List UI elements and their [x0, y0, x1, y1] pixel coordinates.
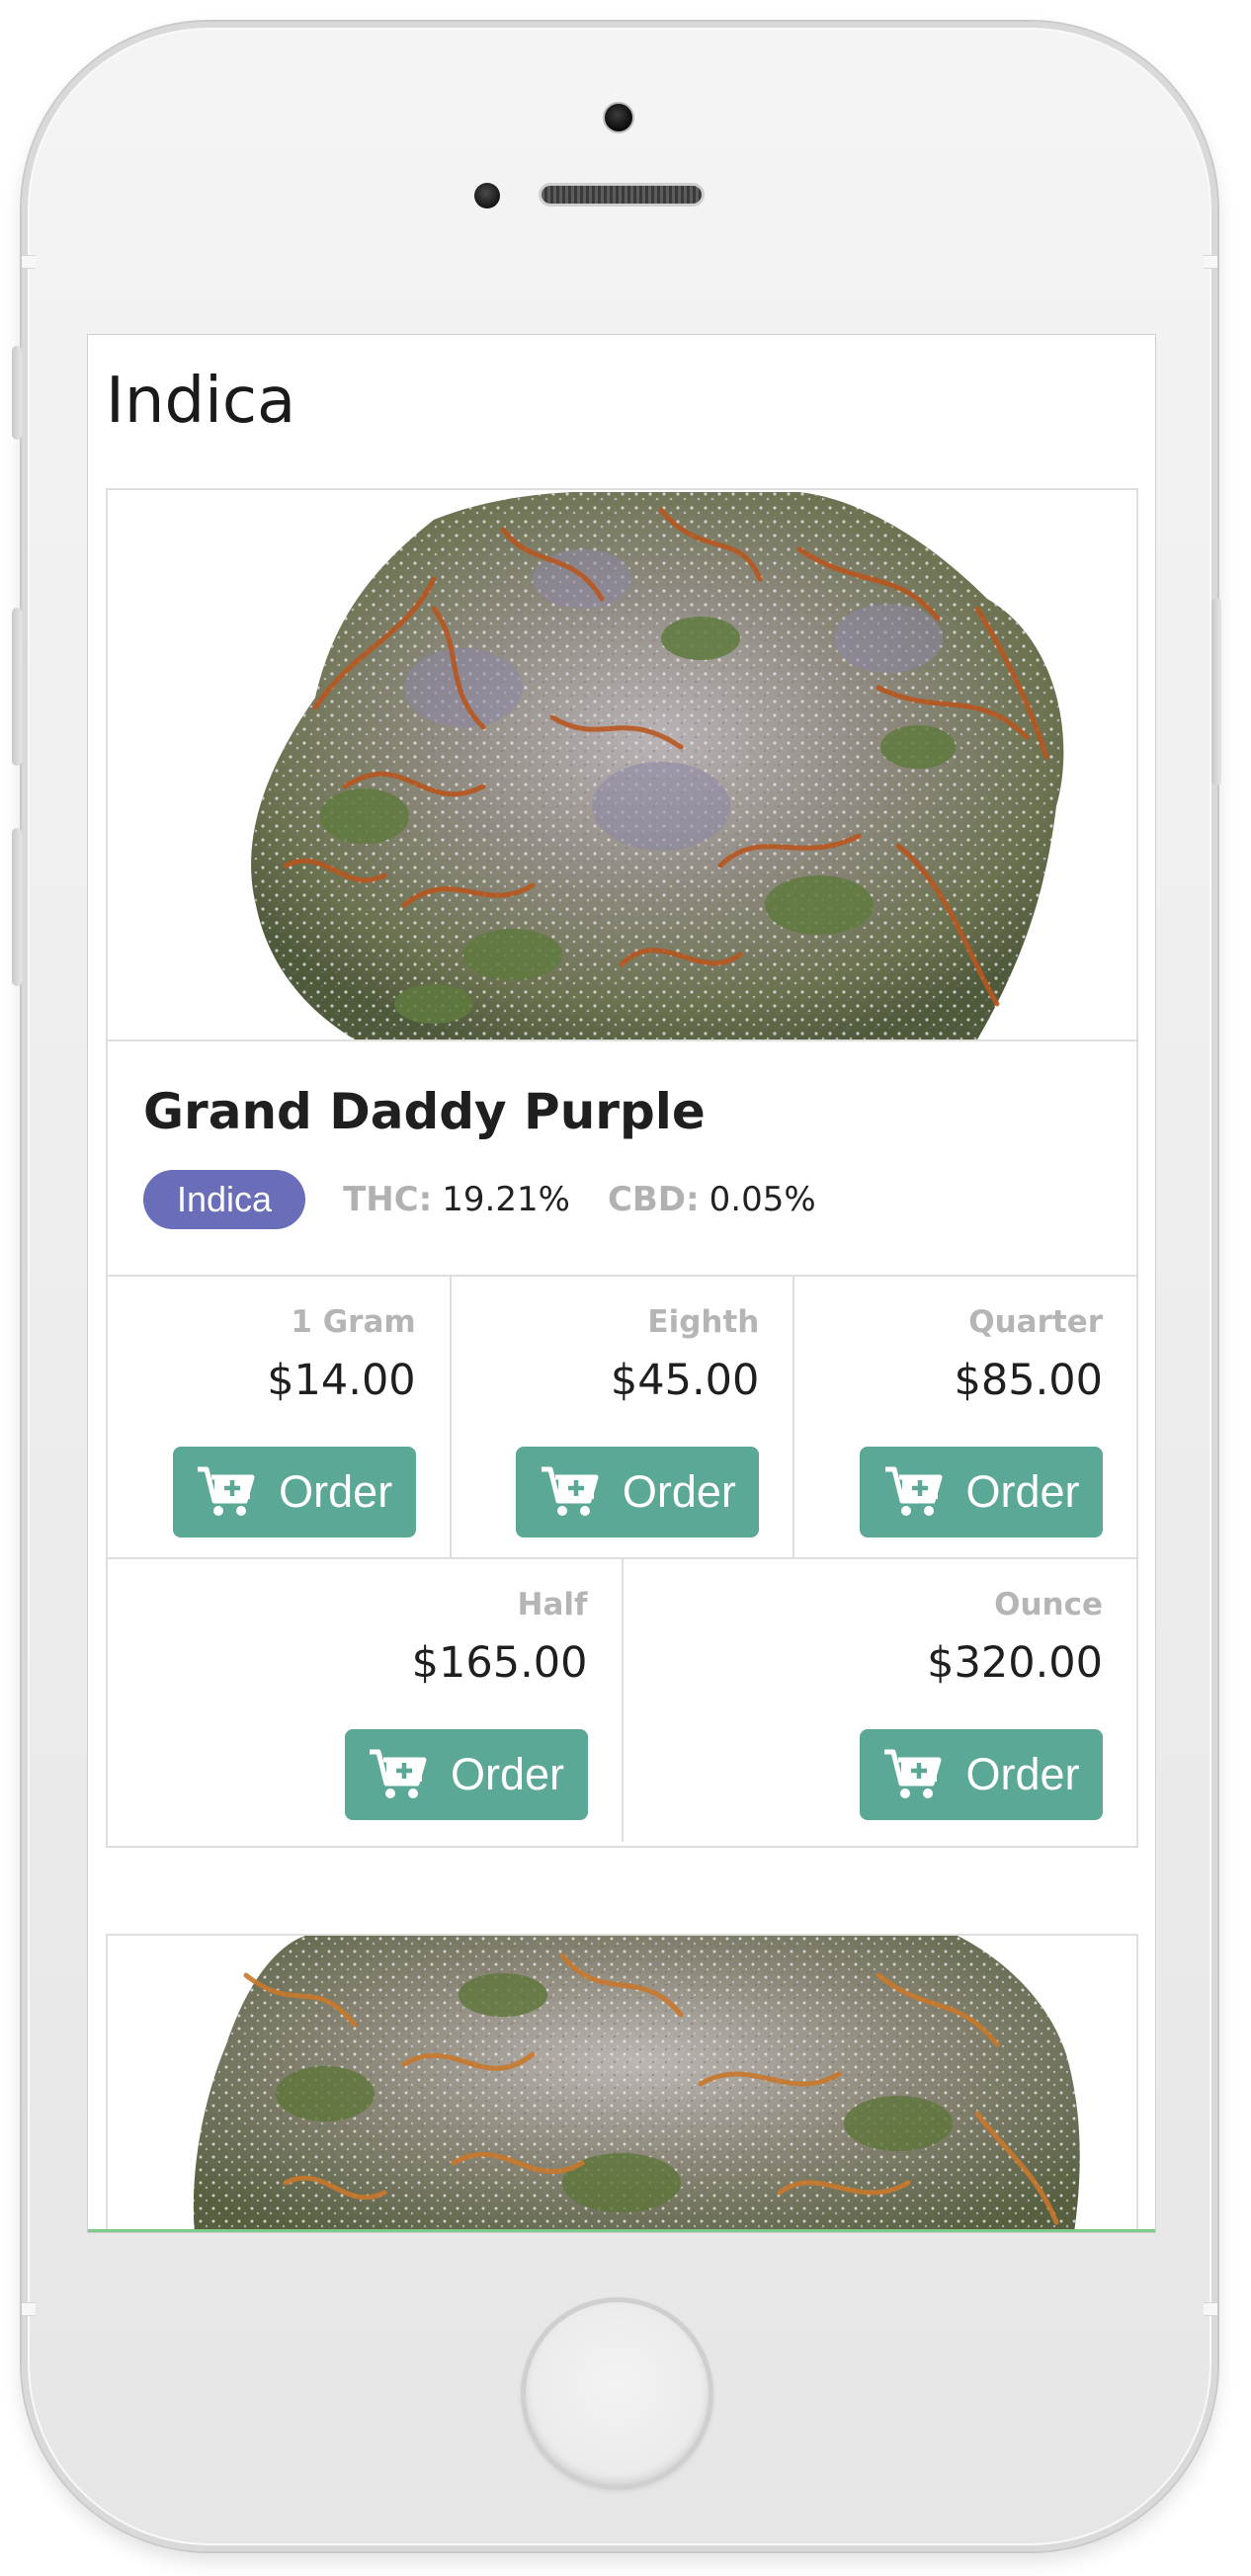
cbd-value: 0.05% [709, 1180, 816, 1219]
price-option-1-gram: 1 Gram $14.00 Order [108, 1277, 452, 1557]
product-meta: Indica THC: 19.21% CBD: 0.05% [143, 1170, 816, 1229]
price-value: $320.00 [927, 1638, 1103, 1688]
product-card [106, 1934, 1138, 2232]
volume-up-button [12, 608, 22, 766]
price-option-half: Half $165.00 Order [108, 1559, 624, 1842]
proximity-sensor [474, 183, 500, 208]
add-to-cart-icon [541, 1466, 599, 1516]
thc-content: THC: 19.21% [343, 1180, 570, 1219]
add-to-cart-icon [884, 1749, 942, 1798]
price-option-quarter: Quarter $85.00 Order [794, 1277, 1136, 1557]
price-value: $45.00 [610, 1356, 760, 1405]
cannabis-bud-image [251, 492, 1064, 1039]
product-name[interactable]: Grand Daddy Purple [143, 1083, 706, 1140]
price-value: $14.00 [267, 1356, 416, 1405]
price-row: 1 Gram $14.00 Order Eighth $45.00 Order … [108, 1277, 1136, 1559]
antenna-band [1204, 2302, 1217, 2316]
mute-switch [12, 346, 22, 440]
order-label: Order [965, 1749, 1080, 1799]
price-option-ounce: Ounce $320.00 Order [624, 1559, 1137, 1842]
order-button[interactable]: Order [860, 1447, 1104, 1537]
weight-label: Quarter [968, 1304, 1104, 1340]
front-camera [603, 102, 634, 133]
order-label: Order [279, 1466, 393, 1517]
weight-label: Half [517, 1587, 588, 1622]
product-card: Grand Daddy Purple Indica THC: 19.21% CBD… [106, 488, 1138, 1848]
add-to-cart-icon [198, 1466, 255, 1516]
thc-value: 19.21% [442, 1180, 570, 1219]
price-row: Half $165.00 Order Ounce $320.00 Order [108, 1559, 1136, 1842]
add-to-cart-icon [369, 1749, 427, 1798]
product-image[interactable] [108, 490, 1136, 1041]
antenna-band [22, 2302, 36, 2316]
home-button[interactable] [521, 2297, 713, 2490]
cbd-label: CBD: [607, 1180, 700, 1219]
weight-label: Eighth [647, 1304, 760, 1340]
weight-label: Ounce [994, 1587, 1103, 1622]
antenna-band [22, 255, 36, 269]
power-button [1211, 598, 1221, 786]
cbd-content: CBD: 0.05% [608, 1180, 816, 1219]
price-value: $165.00 [411, 1638, 588, 1688]
price-value: $85.00 [954, 1356, 1104, 1405]
order-button[interactable]: Order [344, 1729, 588, 1820]
order-button[interactable]: Order [860, 1729, 1103, 1820]
thc-label: THC: [343, 1180, 433, 1219]
add-to-cart-icon [884, 1466, 942, 1516]
product-image[interactable] [108, 1936, 1136, 2232]
section-title: Indica [106, 365, 296, 438]
order-button[interactable]: Order [172, 1447, 416, 1537]
strain-badge: Indica [143, 1170, 306, 1229]
screen-bottom-line [88, 2229, 1155, 2232]
cannabis-bud-image [193, 1936, 1080, 2232]
order-label: Order [622, 1466, 736, 1517]
weight-label: 1 Gram [291, 1304, 416, 1340]
phone-screen: Indica Grand Daddy Purple Indica THC: 19… [87, 334, 1156, 2233]
volume-down-button [12, 828, 22, 986]
price-option-eighth: Eighth $45.00 Order [452, 1277, 795, 1557]
order-label: Order [450, 1749, 565, 1799]
price-grid: 1 Gram $14.00 Order Eighth $45.00 Order … [108, 1277, 1136, 1842]
order-label: Order [965, 1466, 1080, 1517]
antenna-band [1204, 255, 1217, 269]
earpiece-speaker [539, 183, 705, 207]
order-button[interactable]: Order [516, 1447, 760, 1537]
product-info: Grand Daddy Purple Indica THC: 19.21% CBD… [108, 1041, 1136, 1277]
